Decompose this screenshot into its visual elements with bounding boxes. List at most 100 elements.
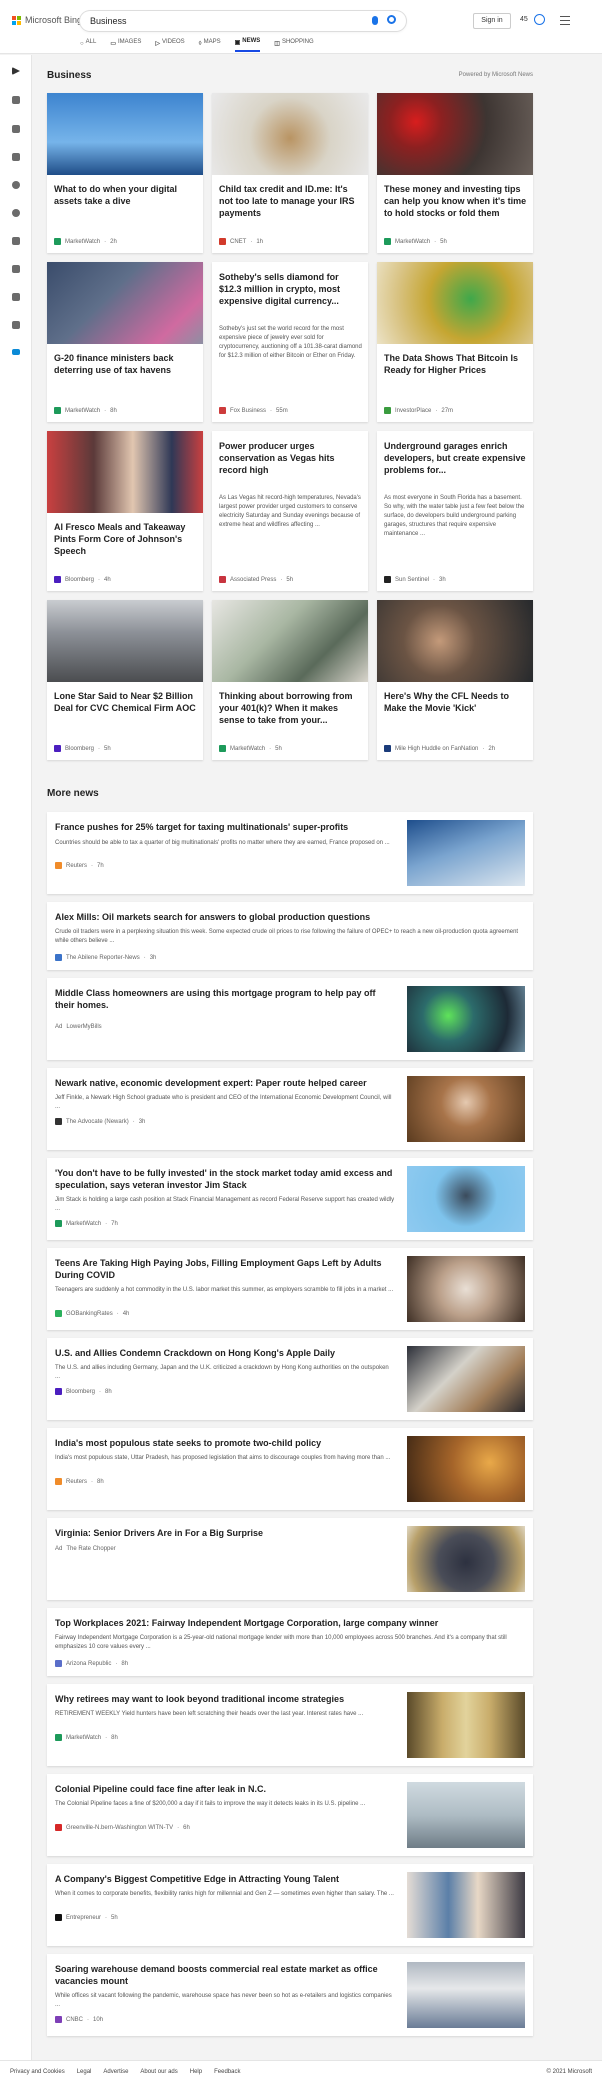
tab-shopping[interactable]: ◫ SHOPPING [274,38,313,52]
investorplace-icon [384,407,391,414]
card-source: MarketWatch · 2h [54,238,117,245]
hamburger-menu-icon[interactable] [560,16,570,28]
card-source: CNET · 1h [219,238,263,245]
card-title: Child tax credit and ID.me: It's not too… [219,184,355,218]
shuffle-icon[interactable] [12,125,20,133]
card-title: Al Fresco Meals and Takeaway Pints Form … [54,522,186,556]
footer-feedback-link[interactable]: Feedback [214,2069,240,2075]
witn-icon [55,1824,62,1831]
card-source: MarketWatch · 5h [384,238,447,245]
globe-icon[interactable] [12,209,20,217]
top-bar: Microsoft Bing Business Sign in 45 ○ ALL … [0,0,602,54]
news-item[interactable]: U.S. and Allies Condemn Crackdown on Hon… [47,1338,533,1420]
copyright: © 2021 Microsoft [546,2069,592,2075]
news-title: Newark native, economic development expe… [55,1078,367,1088]
news-snippet: The U.S. and allies including Germany, J… [55,1365,389,1380]
search-icon[interactable] [387,15,396,24]
marketwatch-icon [54,238,61,245]
news-card[interactable]: Underground garages enrich developers, b… [377,431,533,591]
footer-about-ads-link[interactable]: About our ads [140,2069,177,2075]
news-snippet: India's most populous state, Uttar Prade… [55,1455,391,1461]
footer-advertise-link[interactable]: Advertise [103,2069,128,2075]
card-title: Underground garages enrich developers, b… [384,441,526,475]
tab-images[interactable]: ▭ IMAGES [110,38,141,52]
news-item[interactable]: France pushes for 25% target for taxing … [47,812,533,894]
news-item[interactable]: Newark native, economic development expe… [47,1068,533,1150]
news-card[interactable]: Sotheby's sells diamond for $12.3 millio… [212,262,368,422]
card-source: Bloomberg · 4h [54,576,111,583]
bloomberg-icon [55,1388,62,1395]
news-item ad[interactable]: Virginia: Senior Drivers Are in For a Bi… [47,1518,533,1600]
tab-all[interactable]: ○ ALL [80,38,96,52]
flag-icon[interactable] [12,153,20,161]
news-card[interactable]: Power producer urges conservation as Veg… [212,431,368,591]
card-title: Lone Star Said to Near $2 Billion Deal f… [54,691,196,713]
news-item[interactable]: Colonial Pipeline could face fine after … [47,1774,533,1856]
tab-videos[interactable]: ▷ VIDEOS [155,38,184,52]
india-family-image [407,1436,525,1502]
news-card[interactable]: G-20 finance ministers back deterring us… [47,262,203,422]
footer-legal-link[interactable]: Legal [77,2069,92,2075]
footer-privacy-link[interactable]: Privacy and Cookies [10,2069,65,2075]
search-icon: ○ [80,40,84,47]
news-item[interactable]: Top Workplaces 2021: Fairway Independent… [47,1608,533,1676]
news-card[interactable]: Thinking about borrowing from your 401(k… [212,600,368,760]
fannation-icon [384,745,391,752]
news-item[interactable]: India's most populous state seeks to pro… [47,1428,533,1510]
news-source: Greenville-N.bern-Washington WITN-TV · 6h [55,1824,190,1831]
location-icon[interactable] [12,181,20,189]
microsoft-logo-icon [12,15,21,25]
card-title: G-20 finance ministers back deterring us… [54,353,174,375]
cash-handoff-image [212,600,368,682]
news-item ad[interactable]: Middle Class homeowners are using this m… [47,978,533,1060]
news-item[interactable]: Why retirees may want to look beyond tra… [47,1684,533,1766]
bing-logo[interactable]: Microsoft Bing [12,15,82,25]
building-icon[interactable] [12,321,20,329]
news-card[interactable]: Child tax credit and ID.me: It's not too… [212,93,368,253]
news-item[interactable]: A Company's Biggest Competitive Edge in … [47,1864,533,1946]
card-snippet: As most everyone in South Florida has a … [384,495,525,537]
powered-by: Powered by Microsoft News [458,72,533,78]
footer-help-link[interactable]: Help [190,2069,202,2075]
news-item[interactable]: 'You don't have to be fully invested' in… [47,1158,533,1240]
news-card[interactable]: The Data Shows That Bitcoin Is Ready for… [377,262,533,422]
card-source: InvestorPlace · 27m [384,407,453,414]
card-snippet: Sotheby's just set the world record for … [219,326,362,359]
protest-image [47,262,203,344]
news-item[interactable]: Soaring warehouse demand boosts commerci… [47,1954,533,2036]
news-card[interactable]: Lone Star Said to Near $2 Billion Deal f… [47,600,203,760]
card-source: Mile High Huddle on FanNation · 2h [384,745,495,752]
news-card[interactable]: These money and investing tips can help … [377,93,533,253]
rewards-icon[interactable] [534,14,545,25]
news-source: Reuters · 7h [55,862,104,869]
news-card[interactable]: Here's Why the CFL Needs to Make the Mov… [377,600,533,760]
news-item[interactable]: Teens Are Taking High Paying Jobs, Filli… [47,1248,533,1330]
news-source: Arizona Republic · 8h [55,1660,128,1667]
news-card[interactable]: What to do when your digital assets take… [47,93,203,253]
advocate-icon [55,1118,62,1125]
news-source: MarketWatch · 7h [55,1220,118,1227]
film-icon[interactable] [12,293,20,301]
science-icon[interactable] [12,237,20,245]
rocket-icon[interactable] [12,265,20,273]
news-snippet: RETIREMENT WEEKLY Yield hunters have bee… [55,1711,364,1717]
news-title: Alex Mills: Oil markets search for answe… [55,912,371,922]
money-coins-image [212,93,368,175]
search-input[interactable]: Business [80,11,406,31]
news-snippet: Jeff Finkle, a Newark High School gradua… [55,1095,392,1110]
microphone-icon[interactable] [372,16,378,25]
expand-icon[interactable] [12,67,20,75]
tab-maps[interactable]: ◊ MAPS [199,38,221,52]
fox-business-icon [219,407,226,414]
news-item[interactable]: Alex Mills: Oil markets search for answe… [47,902,533,970]
card-source: Sun Sentinel · 3h [384,576,446,583]
card-icon[interactable] [12,349,20,355]
marketwatch-icon [54,407,61,414]
sign-in-button[interactable]: Sign in [473,13,511,29]
tab-news[interactable]: ▣ NEWS [234,38,261,52]
rewards-count[interactable]: 45 [520,16,528,23]
news-card[interactable]: Al Fresco Meals and Takeaway Pints Form … [47,431,203,591]
home-icon[interactable] [12,96,20,104]
search-query: Business [90,16,127,26]
news-icon: ▣ [234,40,241,46]
